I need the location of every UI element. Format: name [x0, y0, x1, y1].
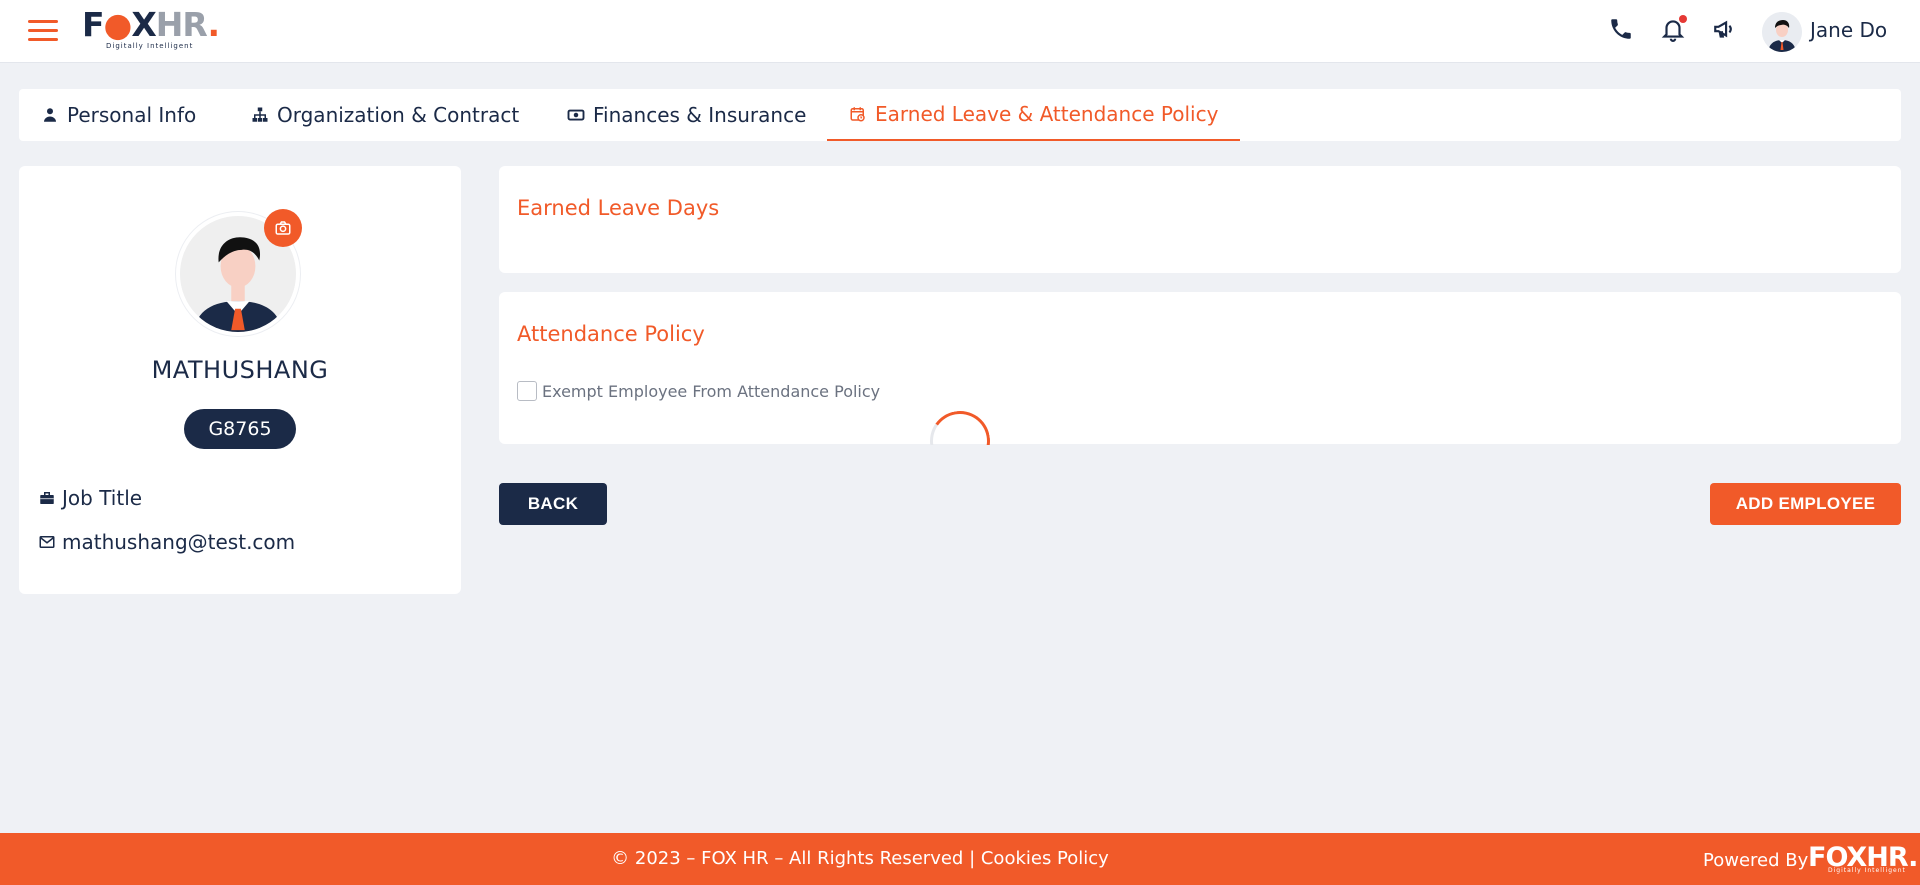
tab-label: Personal Info: [67, 103, 197, 127]
job-title-row: Job Title: [38, 486, 142, 510]
employee-tabs: Personal Info Organization & Contract Fi…: [19, 89, 1901, 141]
copyright-text: © 2023 – FOX HR – All Rights Reserved |: [611, 848, 981, 869]
powered-by-label: Powered By: [1703, 850, 1809, 871]
earned-leave-title: Earned Leave Days: [517, 196, 720, 220]
briefcase-icon: [40, 492, 54, 504]
tab-label: Earned Leave & Attendance Policy: [875, 102, 1219, 126]
user-avatar[interactable]: [1762, 12, 1802, 52]
money-icon: [567, 109, 585, 121]
menu-icon[interactable]: [28, 20, 58, 42]
tab-earned-leave-attendance[interactable]: Earned Leave & Attendance Policy: [827, 89, 1241, 141]
attendance-policy-title: Attendance Policy: [517, 322, 705, 346]
employee-email: mathushang@test.com: [62, 530, 296, 554]
foxhr-logo[interactable]: F●XHR. Digitally Intelligent: [82, 8, 222, 54]
footer-logo-tagline: Digitally Intelligent: [1828, 867, 1906, 874]
phone-icon[interactable]: [1608, 16, 1638, 46]
top-bar: F●XHR. Digitally Intelligent Jane Do: [0, 0, 1920, 63]
footer-foxhr-logo: FOXHR. Digitally Intelligent: [1808, 842, 1918, 874]
calendar-clock-icon: [850, 107, 865, 122]
exempt-attendance-checkbox-row[interactable]: Exempt Employee From Attendance Policy: [517, 381, 880, 401]
back-button[interactable]: BACK: [499, 483, 607, 525]
job-title: Job Title: [62, 486, 143, 510]
employee-name: MATHUSHANG: [151, 356, 329, 384]
person-icon: [44, 108, 56, 122]
profile-card: MATHUSHANG G8765 Job Title mathushang@te…: [19, 166, 461, 594]
footer: © 2023 – FOX HR – All Rights Reserved | …: [0, 833, 1920, 885]
org-chart-icon: [252, 107, 268, 122]
footer-copyright: © 2023 – FOX HR – All Rights Reserved | …: [0, 848, 1720, 869]
email-row: mathushang@test.com: [38, 530, 295, 554]
tab-organization-contract[interactable]: Organization & Contract: [229, 89, 541, 141]
change-photo-camera-icon[interactable]: [264, 209, 302, 247]
exempt-attendance-label: Exempt Employee From Attendance Policy: [542, 381, 881, 401]
user-name[interactable]: Jane Do: [1810, 18, 1887, 42]
notification-dot: [1679, 15, 1687, 23]
notification-bell-icon[interactable]: [1660, 15, 1690, 46]
tab-label: Finances & Insurance: [593, 103, 807, 127]
earned-leave-panel: Earned Leave Days: [499, 166, 1901, 273]
add-employee-button[interactable]: ADD EMPLOYEE: [1710, 483, 1901, 525]
attendance-policy-panel: Attendance Policy Exempt Employee From A…: [499, 292, 1901, 444]
announcement-megaphone-icon[interactable]: [1712, 16, 1742, 46]
mail-icon: [39, 536, 55, 548]
tab-personal-info[interactable]: Personal Info: [19, 89, 218, 141]
tab-finances-insurance[interactable]: Finances & Insurance: [545, 89, 828, 141]
tab-label: Organization & Contract: [277, 103, 520, 127]
employee-id-badge: G8765: [184, 409, 296, 449]
cookies-policy-link[interactable]: Cookies Policy: [981, 848, 1109, 869]
loading-spinner: [925, 405, 997, 445]
exempt-attendance-checkbox[interactable]: [517, 381, 537, 401]
